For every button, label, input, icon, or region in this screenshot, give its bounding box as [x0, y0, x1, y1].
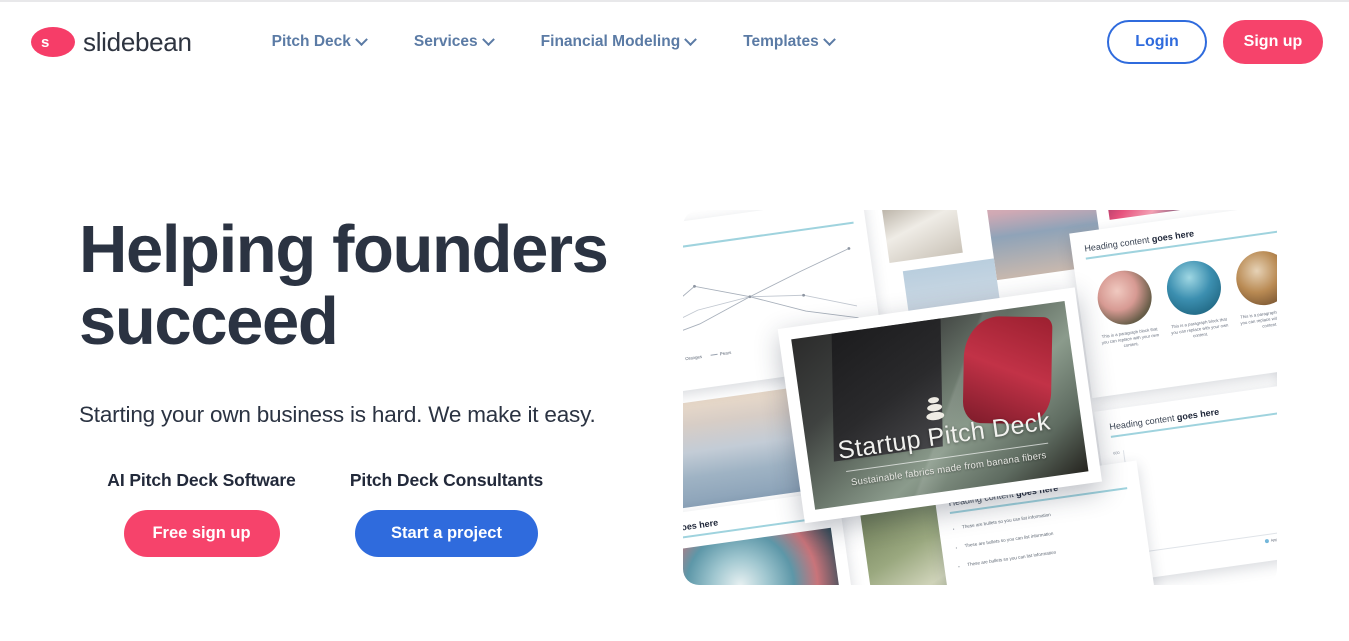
nav-label: Financial Modeling — [540, 33, 681, 50]
legend-label: Apples — [1270, 536, 1277, 543]
bar-oranges — [1209, 540, 1221, 542]
main-navigation: Pitch Deck Services Financial Modeling T… — [248, 32, 858, 51]
circle-image-wood — [1232, 247, 1277, 309]
slidebean-logo[interactable]: s slidebean — [31, 27, 192, 58]
slide-cover-photo: Startup Pitch Deck Sustainable fabrics m… — [791, 300, 1089, 510]
legend-swatch-icon — [710, 353, 718, 356]
cta-label-consultants: Pitch Deck Consultants — [349, 470, 544, 490]
free-signup-button[interactable]: Free sign up — [123, 510, 280, 557]
signup-button[interactable]: Sign up — [1223, 20, 1323, 64]
logo-mark-icon: s — [31, 27, 75, 57]
circle-caption: This is a paragraph block that you can r… — [1239, 306, 1277, 330]
hero-copy: Helping founders succeed Starting your o… — [79, 214, 679, 557]
cta-label-software: AI Pitch Deck Software — [107, 470, 296, 490]
nav-label: Templates — [743, 33, 819, 50]
circle-image-whale — [1163, 256, 1225, 318]
slide-heading-bold: goes here — [1176, 406, 1220, 423]
start-a-project-button[interactable]: Start a project — [355, 510, 538, 557]
cta-column-consultants: Pitch Deck Consultants Start a project — [324, 470, 569, 557]
bar-apples — [1195, 542, 1207, 544]
bar-pears — [1223, 538, 1235, 540]
bar-group-2 — [1195, 538, 1235, 544]
legend-entry-apples: Apples — [1264, 537, 1277, 543]
chevron-down-icon — [355, 32, 368, 46]
circle-caption: This is a paragraph block that you can r… — [1170, 316, 1229, 339]
site-header: s slidebean Pitch Deck Services Financia… — [0, 2, 1349, 82]
photo-tile-fabric — [875, 210, 963, 263]
chevron-down-icon — [822, 32, 836, 46]
circle-image-row: This is a paragraph block that you can r… — [1088, 246, 1277, 353]
nav-label: Pitch Deck — [271, 33, 351, 50]
bar-group-1 — [1144, 545, 1184, 551]
collage-canvas: here California Apples — [683, 210, 1277, 585]
chevron-down-icon — [481, 32, 495, 46]
hero-title-line-2: succeed — [79, 284, 339, 359]
slide-heading: Heading content goes here — [1109, 393, 1277, 432]
slide-heading-bold: goes here — [1151, 228, 1195, 245]
nav-item-services[interactable]: Services — [390, 32, 517, 51]
circle-item: This is a paragraph block that you can r… — [1092, 266, 1160, 353]
hero-title-line-1: Helping founders — [79, 212, 609, 287]
login-button[interactable]: Login — [1107, 20, 1207, 64]
photo-tile-succulent — [683, 527, 843, 585]
cta-column-software: AI Pitch Deck Software Free sign up — [79, 470, 324, 557]
legend-label: Oranges — [684, 353, 703, 361]
bar-pears — [1172, 545, 1184, 547]
hero-slide-collage: here California Apples — [683, 210, 1277, 585]
logo-wordmark: slidebean — [83, 26, 192, 57]
nav-item-templates[interactable]: Templates — [719, 32, 858, 51]
circle-item: This is a paragraph block that you can r… — [1161, 256, 1229, 344]
cta-group: AI Pitch Deck Software Free sign up Pitc… — [79, 470, 679, 557]
header-actions: Login Sign up — [1107, 20, 1323, 64]
slide-heading-bold: goes here — [683, 517, 719, 534]
chevron-down-icon — [684, 32, 698, 46]
legend-entry-pears: Pears — [710, 349, 731, 357]
circle-item: This is a paragraph block that you can r… — [1231, 247, 1277, 334]
bullet-list: These are bullets so you can list inform… — [952, 499, 1136, 569]
y-tick: 600 — [1112, 450, 1120, 456]
legend-entry-oranges: Oranges — [683, 354, 702, 363]
nav-item-financial-modeling[interactable]: Financial Modeling — [517, 32, 720, 51]
legend-label: Pears — [719, 349, 732, 356]
circle-image-frog — [1094, 266, 1156, 328]
nav-item-pitch-deck[interactable]: Pitch Deck — [248, 32, 390, 51]
page-title: Helping founders succeed — [79, 214, 679, 358]
nav-label: Services — [413, 33, 478, 50]
bar-oranges — [1158, 547, 1170, 549]
legend-dot-icon — [1264, 538, 1269, 543]
slide-startup-pitch-deck: Startup Pitch Deck Sustainable fabrics m… — [777, 287, 1103, 524]
slide-three-circles: Heading content goes here This is a para… — [1069, 210, 1277, 399]
page-root: s slidebean Pitch Deck Services Financia… — [0, 0, 1349, 641]
circle-caption: This is a paragraph block that you can r… — [1101, 325, 1160, 349]
hero-subtitle: Starting your own business is hard. We m… — [79, 402, 596, 427]
logo-mark-letter: s — [41, 33, 50, 51]
